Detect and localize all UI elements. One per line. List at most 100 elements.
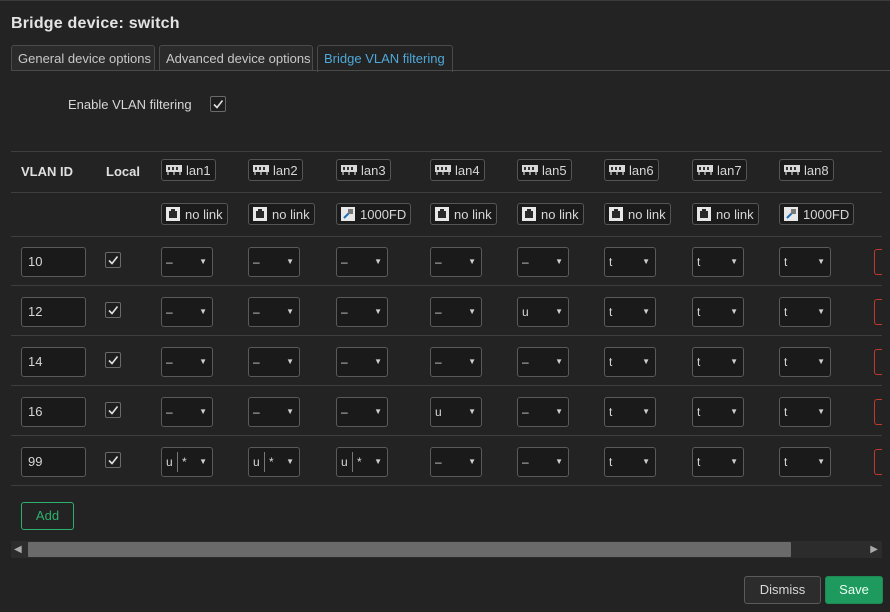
chevron-down-icon: ▼ [730, 307, 738, 316]
port-membership-select[interactable]: t ▼ [692, 247, 744, 277]
port-no-link-icon [166, 207, 180, 221]
port-membership-select[interactable]: – ▼ [161, 397, 213, 427]
port-status-label: no link [716, 206, 754, 222]
dismiss-button[interactable]: Dismiss [744, 576, 821, 604]
chevron-down-icon: ▼ [286, 357, 294, 366]
port-no-link-icon [522, 207, 536, 221]
port-membership-select[interactable]: – ▼ [336, 297, 388, 327]
port-membership-select[interactable]: u * ▼ [161, 447, 213, 477]
port-membership-select[interactable]: – ▼ [430, 347, 482, 377]
port-membership-select[interactable]: – ▼ [248, 247, 300, 277]
enable-vlan-filtering-label: Enable VLAN filtering [68, 97, 192, 112]
port-membership-select[interactable]: t ▼ [692, 447, 744, 477]
port-membership-select[interactable]: t ▼ [604, 447, 656, 477]
table-divider [11, 236, 882, 237]
chevron-down-icon: ▼ [730, 257, 738, 266]
port-status-label: no link [454, 206, 492, 222]
port-name-label: lan4 [455, 162, 480, 178]
port-membership-select[interactable]: – ▼ [336, 347, 388, 377]
delete-row-button[interactable] [874, 399, 882, 425]
tab-general-device-options[interactable]: General device options [11, 45, 155, 71]
port-membership-select[interactable]: – ▼ [336, 247, 388, 277]
membership-value: – [522, 355, 529, 369]
vlan-id-input[interactable]: 10 [21, 247, 86, 277]
port-membership-select[interactable]: – ▼ [336, 397, 388, 427]
port-membership-select[interactable]: – ▼ [161, 247, 213, 277]
tab-advanced-device-options[interactable]: Advanced device options [159, 45, 313, 71]
membership-value: t [609, 255, 613, 269]
membership-value: t [697, 355, 701, 369]
port-membership-select[interactable]: t ▼ [604, 397, 656, 427]
delete-row-button[interactable] [874, 299, 882, 325]
scroll-right-arrow-icon[interactable]: ▶ [870, 544, 878, 555]
chevron-down-icon: ▼ [642, 307, 650, 316]
local-checkbox[interactable] [105, 402, 121, 418]
port-membership-select[interactable]: – ▼ [430, 297, 482, 327]
port-membership-select[interactable]: u * ▼ [248, 447, 300, 477]
port-membership-select[interactable]: u ▼ [517, 297, 569, 327]
primary-vlan-marker: * [182, 455, 187, 469]
port-membership-select[interactable]: t ▼ [779, 447, 831, 477]
port-membership-select[interactable]: – ▼ [430, 447, 482, 477]
port-membership-select[interactable]: – ▼ [517, 447, 569, 477]
horizontal-scrollbar[interactable]: ◀ ▶ [11, 541, 882, 558]
primary-vlan-marker: * [357, 455, 362, 469]
port-membership-select[interactable]: t ▼ [604, 297, 656, 327]
port-membership-select[interactable]: t ▼ [779, 397, 831, 427]
chevron-down-icon: ▼ [374, 307, 382, 316]
add-vlan-button[interactable]: Add [21, 502, 74, 530]
port-membership-select[interactable]: t ▼ [692, 397, 744, 427]
membership-value: t [697, 305, 701, 319]
port-membership-select[interactable]: – ▼ [161, 347, 213, 377]
bridge-device-dialog: Bridge device: switch General device opt… [0, 0, 890, 612]
port-membership-select[interactable]: – ▼ [161, 297, 213, 327]
delete-row-button[interactable] [874, 449, 882, 475]
port-badge-lan7: lan7 [692, 159, 747, 181]
membership-value: – [253, 305, 260, 319]
vlan-id-input[interactable]: 99 [21, 447, 86, 477]
port-membership-select[interactable]: – ▼ [248, 397, 300, 427]
port-membership-select[interactable]: – ▼ [248, 347, 300, 377]
check-icon [108, 356, 119, 365]
port-membership-select[interactable]: t ▼ [604, 247, 656, 277]
port-membership-select[interactable]: – ▼ [248, 297, 300, 327]
chevron-down-icon: ▼ [555, 307, 563, 316]
port-membership-select[interactable]: – ▼ [517, 247, 569, 277]
vlan-id-input[interactable]: 14 [21, 347, 86, 377]
local-checkbox[interactable] [105, 452, 121, 468]
scroll-left-arrow-icon[interactable]: ◀ [14, 544, 22, 555]
port-membership-select[interactable]: t ▼ [779, 297, 831, 327]
ethernet-switch-icon [166, 165, 182, 175]
vlan-id-input[interactable]: 12 [21, 297, 86, 327]
local-checkbox[interactable] [105, 302, 121, 318]
chevron-down-icon: ▼ [642, 357, 650, 366]
port-membership-select[interactable]: u * ▼ [336, 447, 388, 477]
port-no-link-icon [435, 207, 449, 221]
port-membership-select[interactable]: t ▼ [779, 247, 831, 277]
port-membership-select[interactable]: – ▼ [517, 397, 569, 427]
membership-value: t [697, 455, 701, 469]
vlan-table: VLAN ID Local lan1 no link lan2 no link lan3… [11, 151, 882, 536]
tab-bridge-vlan-filtering[interactable]: Bridge VLAN filtering [317, 45, 453, 72]
delete-row-button[interactable] [874, 249, 882, 275]
scrollbar-thumb[interactable] [28, 542, 791, 557]
local-checkbox[interactable] [105, 252, 121, 268]
port-badge-lan3: lan3 [336, 159, 391, 181]
port-membership-select[interactable]: t ▼ [692, 297, 744, 327]
delete-row-button[interactable] [874, 349, 882, 375]
port-membership-select[interactable]: u ▼ [430, 397, 482, 427]
chevron-down-icon: ▼ [199, 357, 207, 366]
vlan-id-input[interactable]: 16 [21, 397, 86, 427]
save-button[interactable]: Save [825, 576, 883, 604]
port-membership-select[interactable]: – ▼ [430, 247, 482, 277]
port-membership-select[interactable]: t ▼ [604, 347, 656, 377]
port-membership-select[interactable]: – ▼ [517, 347, 569, 377]
table-divider [11, 151, 882, 152]
enable-vlan-filtering-checkbox[interactable] [210, 96, 226, 112]
local-checkbox[interactable] [105, 352, 121, 368]
port-membership-select[interactable]: t ▼ [692, 347, 744, 377]
port-membership-select[interactable]: t ▼ [779, 347, 831, 377]
membership-value: u [522, 305, 529, 319]
ethernet-switch-icon [522, 165, 538, 175]
port-status-badge-lan4: no link [430, 203, 497, 225]
